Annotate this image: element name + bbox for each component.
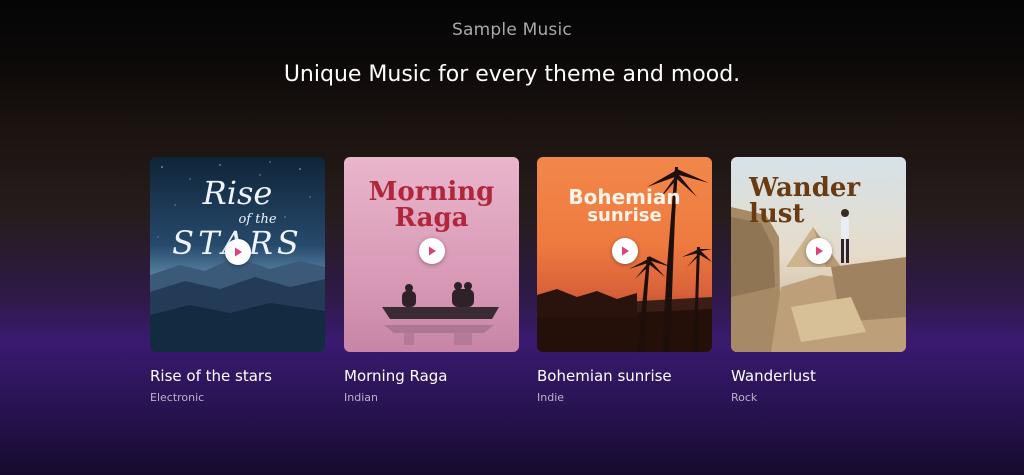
track-genre: Rock — [731, 391, 758, 404]
cover-title-line-1: Wander — [749, 173, 861, 203]
play-icon — [622, 246, 629, 256]
play-button[interactable] — [612, 238, 638, 264]
play-icon — [816, 246, 823, 256]
cover-title-line-2: Raga — [394, 203, 469, 233]
cover-title-line-1: Rise — [202, 174, 273, 212]
cover-title-line-1: Bohemian — [568, 185, 681, 209]
track-title[interactable]: Wanderlust — [731, 367, 906, 385]
track-genre: Indian — [344, 391, 378, 404]
section-eyebrow: Sample Music — [452, 20, 572, 40]
play-button[interactable] — [806, 238, 832, 264]
section-headline: Unique Music for every theme and mood. — [283, 62, 741, 87]
play-button[interactable] — [225, 239, 251, 265]
track-title[interactable]: Morning Raga — [344, 367, 519, 385]
cover-title-line-2: lust — [749, 199, 805, 229]
track-cover[interactable]: Morning Raga — [344, 157, 519, 352]
track-genre: Electronic — [150, 391, 205, 404]
cover-title-line-1: Morning — [368, 177, 495, 207]
track-card-morning-raga[interactable]: Morning Raga Morning Raga Indian — [344, 157, 519, 404]
play-button[interactable] — [419, 238, 445, 264]
track-genre: Indie — [537, 391, 565, 404]
track-title[interactable]: Rise of the stars — [150, 367, 325, 385]
track-card-bohemian-sunrise[interactable]: Bohemian sunrise Bohemian sunrise Indie — [537, 157, 712, 404]
track-card-wanderlust[interactable]: Wander lust Wanderlust Rock — [731, 157, 906, 404]
play-icon — [429, 246, 436, 256]
cover-title-line-2: sunrise — [587, 205, 662, 226]
track-cover[interactable]: Bohemian sunrise — [537, 157, 712, 352]
track-card-rise-of-the-stars[interactable]: Rise of the STARS Rise of the stars Elec… — [150, 157, 325, 404]
play-icon — [235, 247, 242, 257]
track-cover[interactable]: Wander lust — [731, 157, 906, 352]
track-title[interactable]: Bohemian sunrise — [537, 367, 712, 385]
track-cover[interactable]: Rise of the STARS — [150, 157, 325, 352]
